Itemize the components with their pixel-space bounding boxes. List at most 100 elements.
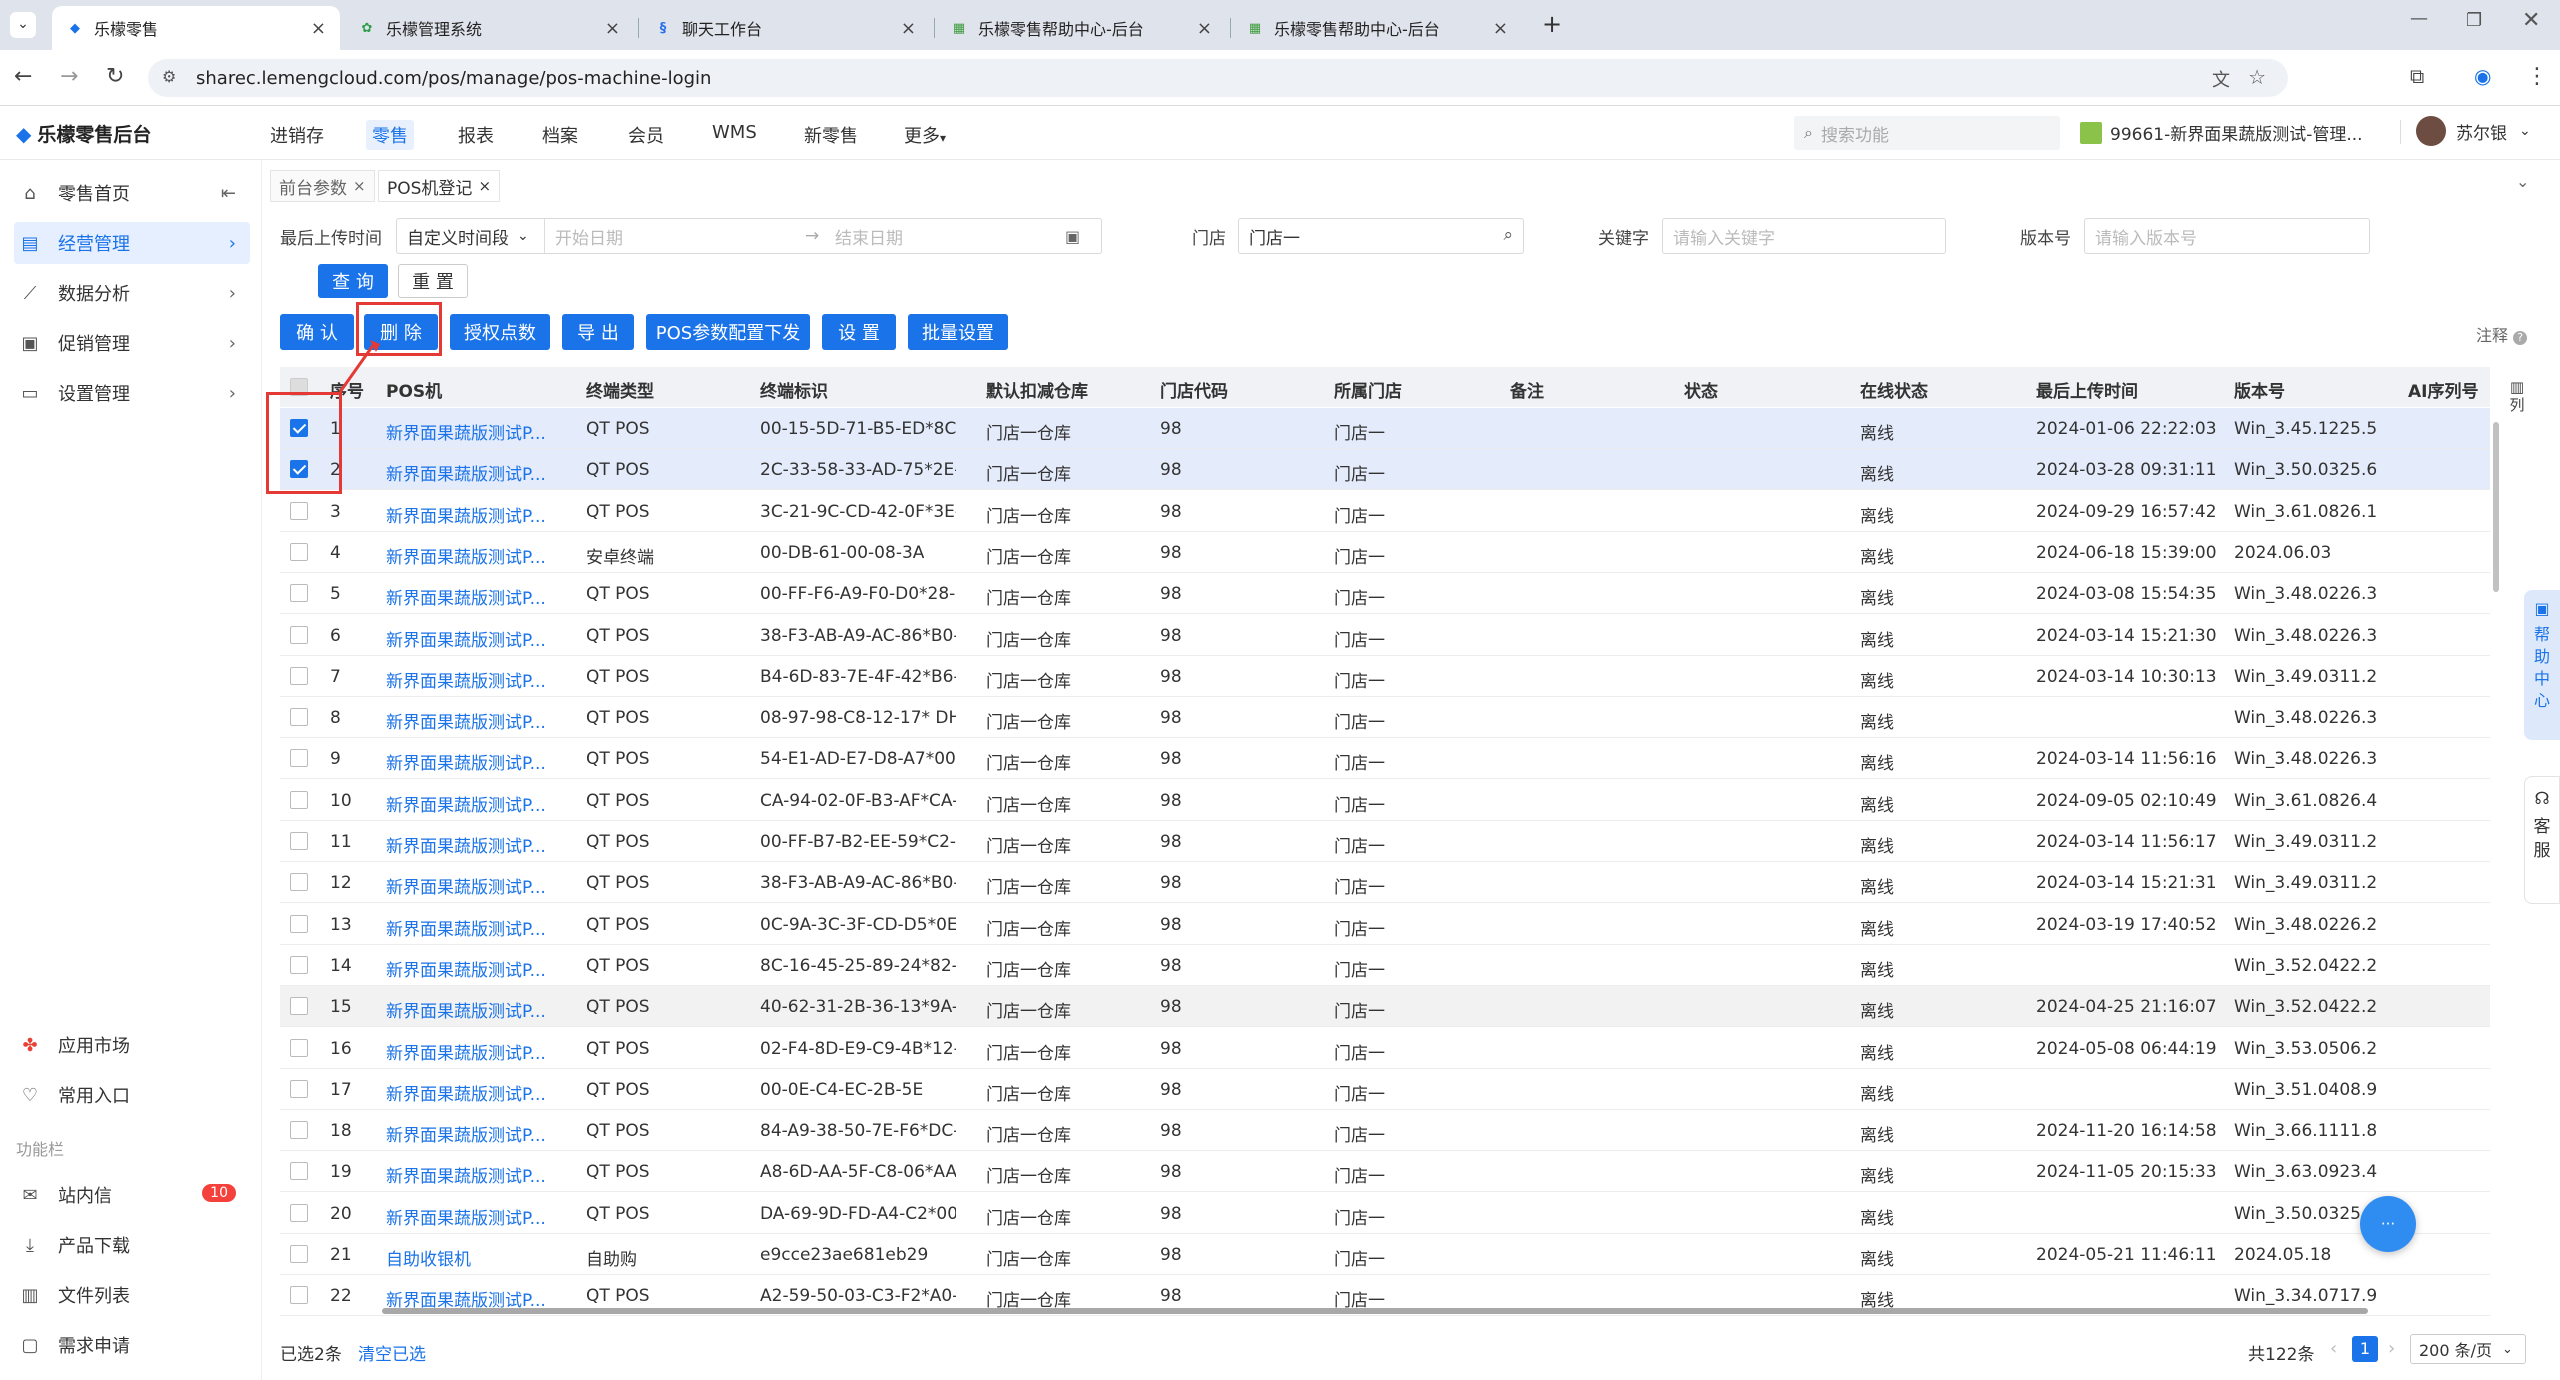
- nav-new-retail[interactable]: 新零售: [798, 120, 864, 150]
- sidebar-item-messages[interactable]: ✉ 站内信 10: [14, 1174, 250, 1216]
- row-checkbox[interactable]: [290, 584, 308, 603]
- pos-name-link[interactable]: 新界面果蔬版测试P...: [386, 1121, 546, 1146]
- pos-name-link[interactable]: 新界面果蔬版测试P...: [386, 749, 546, 774]
- browser-tab-active[interactable]: ◆ 乐檬零售 ×: [52, 6, 340, 50]
- pos-name-link[interactable]: 新界面果蔬版测试P...: [386, 873, 546, 898]
- collapse-icon[interactable]: ⇤: [221, 183, 236, 204]
- user-menu[interactable]: 苏尔银 ⌄: [2416, 116, 2531, 146]
- pos-name-link[interactable]: 新界面果蔬版测试P...: [386, 626, 546, 651]
- more-menu-icon[interactable]: ⋮: [2526, 64, 2548, 89]
- end-date-input[interactable]: 结束日期: [835, 224, 1065, 249]
- floating-assistant-button[interactable]: ···: [2360, 1196, 2416, 1252]
- sidebar-item-favorites[interactable]: ♡ 常用入口: [14, 1074, 250, 1116]
- date-range-picker[interactable]: 自定义时间段 ⌄ 开始日期 → 结束日期 ▣: [396, 218, 1102, 254]
- row-checkbox[interactable]: [290, 625, 308, 644]
- row-checkbox[interactable]: [290, 832, 308, 850]
- row-checkbox[interactable]: [290, 1286, 308, 1305]
- nav-more[interactable]: 更多▾: [898, 120, 952, 150]
- close-icon[interactable]: ×: [1197, 18, 1212, 39]
- site-info-icon[interactable]: ⚙: [162, 67, 176, 86]
- table-row[interactable]: 10 新界面果蔬版测试P... QT POS CA-94-02-0F-B3-AF*CA…: [280, 779, 2490, 821]
- tab-search-button[interactable]: ⌄: [10, 12, 36, 38]
- pos-name-link[interactable]: 新界面果蔬版测试P...: [386, 543, 546, 568]
- table-row[interactable]: 1新界面果蔬版测试P...QT POS00-15-5D-71-B5-ED*8C-…: [280, 408, 2490, 449]
- table-row[interactable]: 12 新界面果蔬版测试P... QT POS 38-F3-AB-A9-AC-86*B0…: [280, 862, 2490, 904]
- browser-tab[interactable]: ▦ 乐檬零售帮助中心-后台 ×: [936, 6, 1226, 50]
- pos-name-link[interactable]: 新界面果蔬版测试P...: [386, 1162, 546, 1187]
- nav-retail[interactable]: 零售: [366, 120, 414, 150]
- column-settings-button[interactable]: ▥ 列: [2506, 378, 2528, 414]
- window-close-icon[interactable]: ✕: [2522, 8, 2540, 33]
- nav-members[interactable]: 会员: [622, 120, 670, 150]
- col-header-store-code[interactable]: 门店代码: [1160, 377, 1228, 402]
- close-icon[interactable]: ×: [353, 177, 366, 195]
- col-header-remark[interactable]: 备注: [1510, 377, 1544, 402]
- pos-name-link[interactable]: 自助收银机: [386, 1245, 471, 1270]
- prev-page-icon[interactable]: ‹: [2330, 1338, 2337, 1359]
- table-row[interactable]: 16 新界面果蔬版测试P... QT POS 02-F4-8D-E9-C9-4B*12…: [280, 1027, 2490, 1069]
- row-checkbox[interactable]: [290, 1203, 308, 1222]
- page-tab-front-params[interactable]: 前台参数 ×: [270, 170, 375, 202]
- col-header-terminal-id[interactable]: 终端标识: [760, 377, 828, 402]
- search-icon[interactable]: ⌕: [1503, 225, 1513, 245]
- sidebar-item-downloads[interactable]: ⤓ 产品下载: [14, 1224, 250, 1266]
- chevron-down-icon[interactable]: ⌄: [2516, 172, 2529, 191]
- col-header-status[interactable]: 状态: [1684, 377, 1718, 402]
- version-input[interactable]: 请输入版本号: [2084, 218, 2370, 254]
- pos-name-link[interactable]: 新界面果蔬版测试P...: [386, 460, 546, 485]
- sidebar-item-analytics[interactable]: ⟋ 数据分析 ›: [14, 272, 250, 314]
- table-row[interactable]: 11 新界面果蔬版测试P... QT POS 00-FF-B7-B2-EE-59*C2…: [280, 821, 2490, 862]
- back-icon[interactable]: ←: [14, 64, 32, 89]
- row-checkbox[interactable]: [290, 914, 308, 933]
- table-row[interactable]: 3 新界面果蔬版测试P... QT POS 3C-21-9C-CD-42-0F*3E-…: [280, 490, 2490, 532]
- pos-name-link[interactable]: 新界面果蔬版测试P...: [386, 997, 546, 1022]
- vertical-scrollbar[interactable]: [2492, 408, 2500, 1308]
- row-checkbox[interactable]: [290, 1245, 308, 1263]
- close-icon[interactable]: ×: [311, 18, 326, 39]
- table-row[interactable]: 18 新界面果蔬版测试P... QT POS 84-A9-38-50-7E-F6*DC…: [280, 1110, 2490, 1152]
- row-checkbox[interactable]: [290, 1162, 308, 1181]
- sidebar-item-operations[interactable]: ▤ 经营管理 ›: [14, 222, 250, 264]
- close-icon[interactable]: ×: [478, 177, 491, 195]
- table-row[interactable]: 5 新界面果蔬版测试P... QT POS 00-FF-F6-A9-F0-D0*28-…: [280, 573, 2490, 615]
- store-switcher[interactable]: 99661-新界面果蔬版测试-管理...: [2080, 120, 2363, 145]
- table-row[interactable]: 17 新界面果蔬版测试P... QT POS 00-0E-C4-EC-2B-5E 门店一…: [280, 1068, 2490, 1110]
- browser-tab[interactable]: ▦ 乐檬零售帮助中心-后台 ×: [1232, 6, 1522, 50]
- sidebar-item-file-list[interactable]: ▥ 文件列表: [14, 1274, 250, 1316]
- page-size-select[interactable]: 200 条/页 ⌄: [2410, 1334, 2526, 1364]
- table-row[interactable]: 19 新界面果蔬版测试P... QT POS A8-6D-AA-5F-C8-06*AA…: [280, 1151, 2490, 1193]
- row-checkbox[interactable]: [290, 1121, 308, 1140]
- nav-inventory[interactable]: 进销存: [264, 120, 330, 150]
- star-icon[interactable]: ☆: [2248, 65, 2266, 89]
- pos-name-link[interactable]: 新界面果蔬版测试P...: [386, 502, 546, 527]
- current-page[interactable]: 1: [2352, 1336, 2378, 1362]
- reload-icon[interactable]: ↻: [106, 64, 124, 89]
- export-button[interactable]: 导 出: [562, 314, 634, 350]
- pos-name-link[interactable]: 新界面果蔬版测试P...: [386, 832, 546, 857]
- col-header-ai-serial[interactable]: AI序列号: [2408, 377, 2478, 402]
- query-button[interactable]: 查 询: [318, 264, 388, 298]
- row-checkbox[interactable]: [290, 666, 308, 685]
- table-row[interactable]: 21 自助收银机 自助购 e9cce23ae681eb29 门店一仓库 98 门店一 离线 20…: [280, 1234, 2490, 1275]
- row-checkbox[interactable]: [290, 708, 308, 727]
- sidebar-item-promotions[interactable]: ▣ 促销管理 ›: [14, 322, 250, 364]
- table-row[interactable]: 9 新界面果蔬版测试P... QT POS 54-E1-AD-E7-D8-A7*00-…: [280, 738, 2490, 780]
- note-link[interactable]: 注释 ?: [2476, 322, 2528, 346]
- pos-name-link[interactable]: 新界面果蔬版测试P...: [386, 956, 546, 981]
- table-row[interactable]: 2 新界面果蔬版测试P... QT POS 2C-33-58-33-AD-75*2E-…: [280, 449, 2490, 491]
- col-header-last-upload[interactable]: 最后上传时间: [2036, 377, 2138, 402]
- table-row[interactable]: 4 新界面果蔬版测试P... 安卓终端 00-DB-61-00-08-3A 门店一仓库 9…: [280, 531, 2490, 573]
- col-header-type[interactable]: 终端类型: [586, 377, 654, 402]
- sidebar-item-settings[interactable]: ▭ 设置管理 ›: [14, 372, 250, 414]
- forward-icon[interactable]: →: [60, 64, 78, 89]
- minimize-icon[interactable]: —: [2410, 8, 2428, 29]
- nav-reports[interactable]: 报表: [452, 120, 500, 150]
- calendar-icon[interactable]: ▣: [1065, 227, 1080, 246]
- clear-selection-link[interactable]: 清空已选: [358, 1340, 426, 1365]
- col-header-online[interactable]: 在线状态: [1860, 377, 1928, 402]
- pos-name-link[interactable]: 新界面果蔬版测试P...: [386, 791, 546, 816]
- row-checkbox[interactable]: [290, 1079, 308, 1098]
- translate-icon[interactable]: 文: [2212, 66, 2230, 92]
- start-date-input[interactable]: 开始日期: [555, 224, 805, 249]
- new-tab-button[interactable]: +: [1542, 10, 1562, 38]
